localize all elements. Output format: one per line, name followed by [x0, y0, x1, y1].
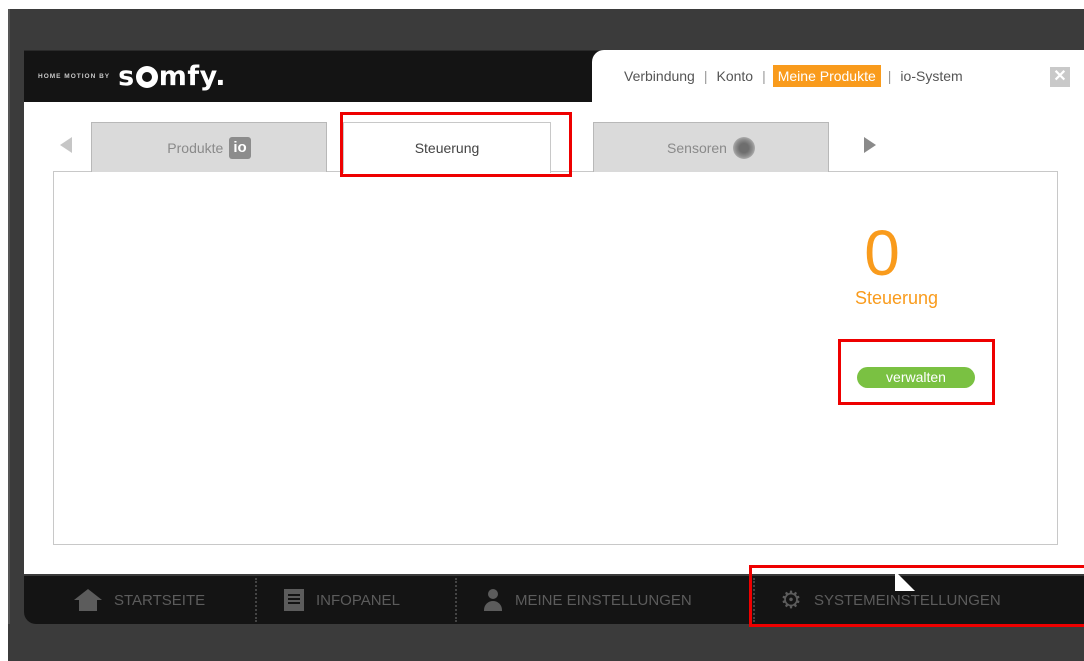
- logo-wordmark-end: mfy.: [158, 60, 226, 92]
- tab-sensoren[interactable]: Sensoren: [593, 122, 829, 172]
- nav-meine-produkte[interactable]: Meine Produkte: [772, 65, 881, 87]
- nav-separator: |: [703, 68, 708, 84]
- bottom-nav-meine-einstellungen[interactable]: MEINE EINSTELLUNGEN: [483, 576, 692, 624]
- control-count: 0: [864, 217, 900, 289]
- logo-wordmark: s mfy.: [118, 61, 226, 92]
- nav-io-system[interactable]: io-System: [898, 66, 964, 86]
- document-icon: [284, 589, 304, 611]
- bottom-nav-infopanel[interactable]: INFOPANEL: [284, 576, 400, 624]
- bottom-nav-divider: [753, 578, 755, 622]
- bottom-nav-divider: [455, 578, 457, 622]
- active-section-pointer: [895, 571, 915, 591]
- user-icon: [483, 589, 503, 611]
- bottom-nav-startseite[interactable]: STARTSEITE: [74, 576, 205, 624]
- tab-produkte[interactable]: Produkte io: [91, 122, 327, 172]
- gear-icon: ⚙: [780, 586, 802, 614]
- tab-produkte-label: Produkte: [167, 139, 224, 156]
- tab-sensoren-label: Sensoren: [667, 139, 727, 156]
- sensor-icon: [732, 136, 755, 159]
- home-icon: [74, 589, 102, 611]
- nav-verbindung[interactable]: Verbindung: [622, 66, 697, 86]
- tab-next-arrow-icon[interactable]: [864, 137, 876, 153]
- bottom-nav-divider: [255, 578, 257, 622]
- window-bottom-frame: [8, 624, 1084, 661]
- control-count-label: Steuerung: [855, 288, 939, 308]
- close-button[interactable]: ✕: [1050, 67, 1070, 87]
- nav-separator: |: [887, 68, 892, 84]
- nav-separator: |: [762, 68, 766, 84]
- nav-konto[interactable]: Konto: [714, 66, 755, 86]
- logo-o-mark: [135, 65, 158, 88]
- top-nav: Verbindung | Konto | Meine Produkte | io…: [622, 65, 965, 87]
- logo-tagline: HOME MOTION BY: [38, 72, 111, 80]
- bottom-nav-meine-einstellungen-label: MEINE EINSTELLUNGEN: [515, 591, 692, 609]
- logo-wordmark-start: s: [118, 60, 135, 92]
- bottom-nav-startseite-label: STARTSEITE: [114, 591, 206, 609]
- tab-steuerung[interactable]: Steuerung: [343, 122, 551, 173]
- bottom-nav-infopanel-label: INFOPANEL: [316, 591, 400, 609]
- manage-button[interactable]: verwalten: [857, 367, 975, 388]
- io-badge-icon: io: [229, 136, 251, 159]
- bottom-nav-systemeinstellungen-label: SYSTEMEINSTELLUNGEN: [814, 591, 1001, 609]
- bottom-nav-systemeinstellungen[interactable]: ⚙ SYSTEMEINSTELLUNGEN: [780, 576, 1001, 624]
- tab-prev-arrow-icon[interactable]: [60, 137, 72, 153]
- tab-steuerung-label: Steuerung: [414, 140, 480, 156]
- somfy-logo: HOME MOTION BY s mfy.: [38, 60, 226, 92]
